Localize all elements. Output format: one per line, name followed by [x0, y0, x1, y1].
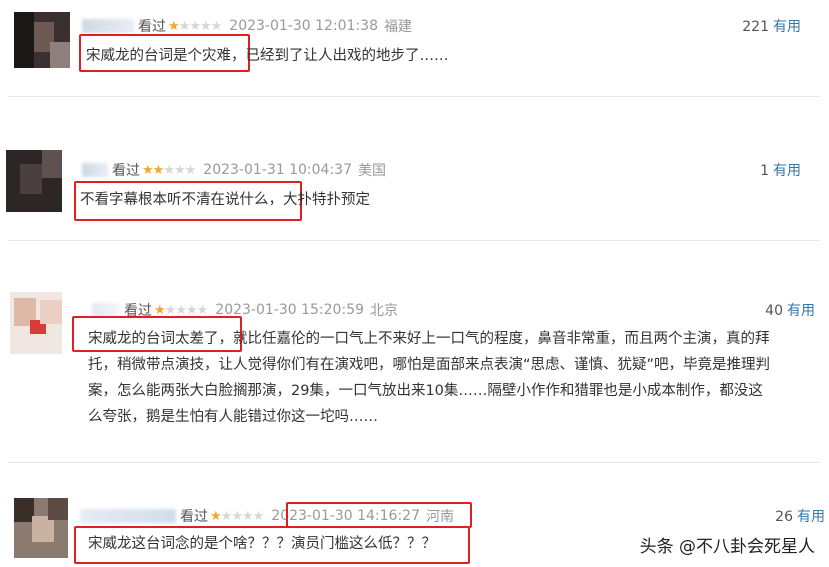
star-empty-icon: ★ — [210, 18, 223, 34]
review-highlight-text: 宋威龙的台词太差了， — [88, 331, 233, 347]
useful-vote-button[interactable]: 40 有用 — [765, 300, 815, 320]
review-location: 福建 — [383, 19, 412, 35]
username-blurred[interactable] — [80, 509, 176, 523]
star-empty-icon: ★ — [241, 508, 254, 524]
star-empty-icon: ★ — [231, 508, 243, 524]
useful-label: 有用 — [797, 509, 825, 525]
star-filled-icon: ★ — [168, 18, 180, 34]
review-line: 托，稍微带点演技，让人觉得你们有在演戏吧，哪怕是面部来点表演“思虑、谨慎、犹疑”… — [88, 357, 771, 373]
review-highlight-text: 宋威龙的台词是个灾难， — [86, 48, 246, 64]
review-text: 就比任嘉伦的一口气上不来好上一口气的程度，鼻音非常重，而且两个主演，真的拜 — [233, 331, 770, 347]
avatar[interactable] — [14, 498, 68, 558]
star-filled-icon: ★ — [152, 162, 165, 178]
review-line: 宋威龙的台词太差了，就比任嘉伦的一口气上不来好上一口气的程度，鼻音非常重，而且两… — [88, 326, 828, 352]
divider — [8, 462, 820, 463]
star-rating: ★★★★★ — [168, 18, 223, 34]
username-blurred[interactable] — [92, 303, 120, 317]
review-highlight-text: 宋威龙这台词念的是个啥？？？演员门槛这么低？？？ — [88, 536, 436, 552]
review-location: 北京 — [369, 303, 398, 319]
useful-label: 有用 — [773, 19, 801, 35]
watched-label: 看过 — [180, 509, 208, 525]
review-datetime: 2023-01-30 12:01:38 — [229, 18, 378, 34]
username-blurred[interactable] — [82, 19, 134, 33]
review-line: 案，怎么能两张大白脸搁那演，29集，一口气放出来10集……隔壁小作作和猎罪也是小… — [88, 383, 763, 399]
watched-label: 看过 — [112, 163, 140, 179]
review-meta: 看过 ★★★★★ 2023-01-30 12:01:38 福建 — [82, 16, 412, 36]
star-filled-icon: ★ — [210, 508, 222, 524]
useful-label: 有用 — [773, 163, 801, 179]
star-empty-icon: ★ — [252, 508, 265, 524]
divider — [8, 240, 820, 241]
star-empty-icon: ★ — [163, 162, 175, 178]
review-content: 不看字幕根本听不清在说什么，大扑特扑预定 — [80, 187, 370, 213]
star-empty-icon: ★ — [173, 162, 186, 178]
star-empty-icon: ★ — [189, 18, 201, 34]
useful-count: 1 — [760, 163, 769, 179]
star-rating: ★★★★★ — [142, 162, 197, 178]
avatar[interactable] — [6, 150, 62, 212]
useful-label: 有用 — [787, 303, 815, 319]
useful-count: 40 — [765, 303, 783, 319]
review-content: 宋威龙这台词念的是个啥？？？演员门槛这么低？？？ — [88, 531, 436, 557]
star-rating: ★★★★★ — [210, 508, 265, 524]
star-filled-icon: ★ — [142, 162, 154, 178]
useful-vote-button[interactable]: 26 有用 — [775, 506, 825, 526]
review-content: 宋威龙的台词是个灾难，已经到了让人出戏的地步了…… — [86, 43, 449, 69]
review-content: 宋威龙的台词太差了，就比任嘉伦的一口气上不来好上一口气的程度，鼻音非常重，而且两… — [88, 326, 828, 430]
review-meta: 看过 ★★★★★ 2023-01-31 10:04:37 美国 — [82, 160, 386, 180]
review-text: 大扑特扑预定 — [283, 192, 370, 208]
watched-label: 看过 — [138, 19, 166, 35]
star-empty-icon: ★ — [178, 18, 191, 34]
star-empty-icon: ★ — [199, 18, 212, 34]
review-location: 美国 — [357, 163, 386, 179]
useful-count: 26 — [775, 509, 793, 525]
divider — [8, 96, 820, 97]
useful-vote-button[interactable]: 1 有用 — [760, 160, 801, 180]
review-highlight-text: 不看字幕根本听不清在说什么， — [80, 192, 283, 208]
useful-vote-button[interactable]: 221 有用 — [742, 16, 801, 36]
star-empty-icon: ★ — [184, 162, 197, 178]
review-text: 已经到了让人出戏的地步了…… — [245, 48, 449, 64]
avatar[interactable] — [14, 12, 70, 68]
username-blurred[interactable] — [82, 163, 108, 177]
highlight-box — [286, 502, 472, 528]
star-empty-icon: ★ — [220, 508, 233, 524]
useful-count: 221 — [742, 19, 769, 35]
watermark: 头条 @不八卦会死星人 — [639, 537, 815, 557]
review-line: 么夸张，鹅是生怕有人能错过你这一坨吗…… — [88, 409, 378, 425]
review-datetime: 2023-01-31 10:04:37 — [203, 162, 352, 178]
avatar[interactable] — [10, 292, 62, 354]
